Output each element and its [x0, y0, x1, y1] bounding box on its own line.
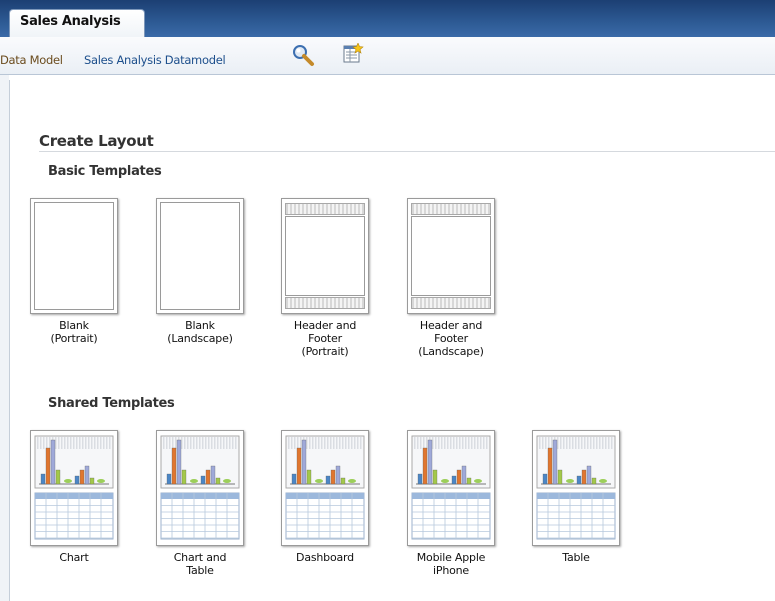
- shared-templates-heading: Shared Templates: [48, 396, 175, 411]
- tab-sales-analysis[interactable]: Sales Analysis: [9, 9, 145, 37]
- header-footer-portrait-thumbnail: [281, 198, 369, 314]
- template-mobile-apple-iphone[interactable]: Mobile Apple iPhone: [396, 430, 506, 577]
- chart-thumbnail: [30, 430, 118, 546]
- template-blank-landscape[interactable]: Blank (Landscape): [145, 198, 255, 345]
- template-caption: Dashboard: [296, 551, 354, 564]
- blank-landscape-thumbnail: [156, 198, 244, 314]
- left-edge: [0, 75, 9, 601]
- search-icon[interactable]: [291, 44, 317, 68]
- create-layout-panel: Create Layout Basic Templates Blank (Port…: [9, 80, 775, 601]
- table-thumbnail: [532, 430, 620, 546]
- chart-table-graphic: [160, 435, 240, 540]
- template-caption: Header and Footer (Portrait): [293, 319, 357, 358]
- new-datamodel-icon[interactable]: [342, 43, 364, 65]
- template-dashboard[interactable]: Dashboard: [270, 430, 380, 564]
- template-blank-portrait[interactable]: Blank (Portrait): [19, 198, 129, 345]
- template-header-footer-portrait[interactable]: Header and Footer (Portrait): [270, 198, 380, 358]
- heading-divider: [39, 151, 775, 152]
- chart-table-graphic: [411, 435, 491, 540]
- template-caption: Chart: [59, 551, 89, 564]
- template-caption: Header and Footer (Landscape): [418, 319, 484, 358]
- template-caption: Chart and Table: [173, 551, 227, 577]
- chart-table-graphic: [285, 435, 365, 540]
- template-chart[interactable]: Chart: [19, 430, 129, 564]
- data-model-label: Data Model: [0, 53, 63, 67]
- template-chart-and-table[interactable]: Chart and Table: [145, 430, 255, 577]
- data-model-link[interactable]: Sales Analysis Datamodel: [84, 53, 226, 67]
- top-tab-bar: Sales Analysis: [0, 0, 775, 37]
- blank-portrait-thumbnail: [30, 198, 118, 314]
- data-model-bar: Data Model Sales Analysis Datamodel: [0, 37, 775, 75]
- header-footer-landscape-thumbnail: [407, 198, 495, 314]
- template-caption: Blank (Portrait): [50, 319, 98, 345]
- template-header-footer-landscape[interactable]: Header and Footer (Landscape): [396, 198, 506, 358]
- mobile-iphone-thumbnail: [407, 430, 495, 546]
- create-layout-heading: Create Layout: [39, 132, 154, 150]
- template-caption: Mobile Apple iPhone: [416, 551, 486, 577]
- template-caption: Blank (Landscape): [167, 319, 233, 345]
- template-table[interactable]: Table: [521, 430, 631, 564]
- basic-templates-heading: Basic Templates: [48, 164, 162, 179]
- template-caption: Table: [562, 551, 590, 564]
- chart-and-table-thumbnail: [156, 430, 244, 546]
- chart-table-graphic: [536, 435, 616, 540]
- dashboard-thumbnail: [281, 430, 369, 546]
- tab-label: Sales Analysis: [20, 14, 121, 29]
- chart-table-graphic: [34, 435, 114, 540]
